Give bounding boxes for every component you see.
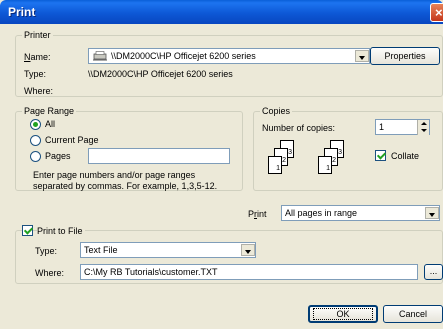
collate-label[interactable]: Collate <box>391 151 419 162</box>
page-range-group-label: Page Range <box>22 106 77 116</box>
pages-input[interactable] <box>88 148 230 164</box>
copies-spinner[interactable]: 1 <box>375 119 430 135</box>
printer-name-value: \\DM2000C\HP Officejet 6200 series <box>111 51 256 61</box>
properties-button-label: Properties <box>384 51 426 61</box>
file-type-value: Text File <box>84 245 118 255</box>
printer-type-value: \\DM2000C\HP Officejet 6200 series <box>88 69 233 79</box>
page-range-help-line2: separated by commas. For example, 1,3,5-… <box>33 181 218 191</box>
chevron-down-icon[interactable] <box>425 207 439 219</box>
chevron-down-icon[interactable] <box>355 50 369 62</box>
printer-icon <box>92 51 108 61</box>
ok-button[interactable]: OK <box>308 305 378 323</box>
ok-button-label: OK <box>313 308 373 320</box>
file-where-label: Where: <box>35 268 65 278</box>
print-option-select[interactable]: All pages in range <box>281 205 440 221</box>
radio-pages-label[interactable]: Pages <box>45 151 71 162</box>
cancel-button[interactable]: Cancel <box>383 305 443 323</box>
close-button[interactable]: × <box>430 3 443 22</box>
radio-all[interactable] <box>30 119 41 130</box>
page-range-help-line1: Enter page numbers and/or page ranges <box>33 170 196 180</box>
print-option-label: Print <box>248 209 267 219</box>
copies-value: 1 <box>379 122 385 132</box>
print-to-file-checkbox[interactable] <box>22 225 33 236</box>
file-path-value: C:\My RB Tutorials\customer.TXT <box>84 267 218 277</box>
number-of-copies-label: Number of copies: <box>262 123 336 133</box>
radio-current-page[interactable] <box>30 135 41 146</box>
printer-type-label: Type: <box>24 69 47 79</box>
printer-name-select[interactable]: \\DM2000C\HP Officejet 6200 series <box>88 48 370 64</box>
print-option-value: All pages in range <box>285 208 358 218</box>
dialog-title: Print <box>8 5 36 19</box>
file-path-input[interactable]: C:\My RB Tutorials\customer.TXT <box>80 264 418 280</box>
collate-checkbox[interactable] <box>375 150 386 161</box>
copies-group-label: Copies <box>260 106 293 116</box>
print-to-file-label[interactable]: Print to File <box>37 226 85 237</box>
printer-where-label: Where: <box>24 86 54 96</box>
printer-group-label: Printer <box>22 30 53 40</box>
file-type-select[interactable]: Text File <box>80 242 256 258</box>
title-bar[interactable]: Print × <box>0 0 443 24</box>
printer-group: Printer <box>15 30 443 97</box>
printer-name-label: Name: <box>24 52 51 62</box>
file-type-label: Type: <box>35 246 58 256</box>
collate-pages-icon: 3 2 1 3 2 1 <box>262 140 372 188</box>
browse-button[interactable]: ... <box>424 264 443 280</box>
close-icon: × <box>435 5 443 20</box>
browse-button-label: ... <box>429 266 438 276</box>
print-dialog: Print × Printer Name: \\DM2000C\HP Offic… <box>0 0 443 329</box>
chevron-down-icon[interactable] <box>241 244 255 256</box>
cancel-button-label: Cancel <box>398 309 427 319</box>
radio-all-label[interactable]: All <box>45 119 55 130</box>
radio-pages[interactable] <box>30 151 41 162</box>
spinner-arrows-icon[interactable] <box>417 120 429 135</box>
properties-button[interactable]: Properties <box>370 47 440 65</box>
radio-current-page-label[interactable]: Current Page <box>45 135 99 146</box>
